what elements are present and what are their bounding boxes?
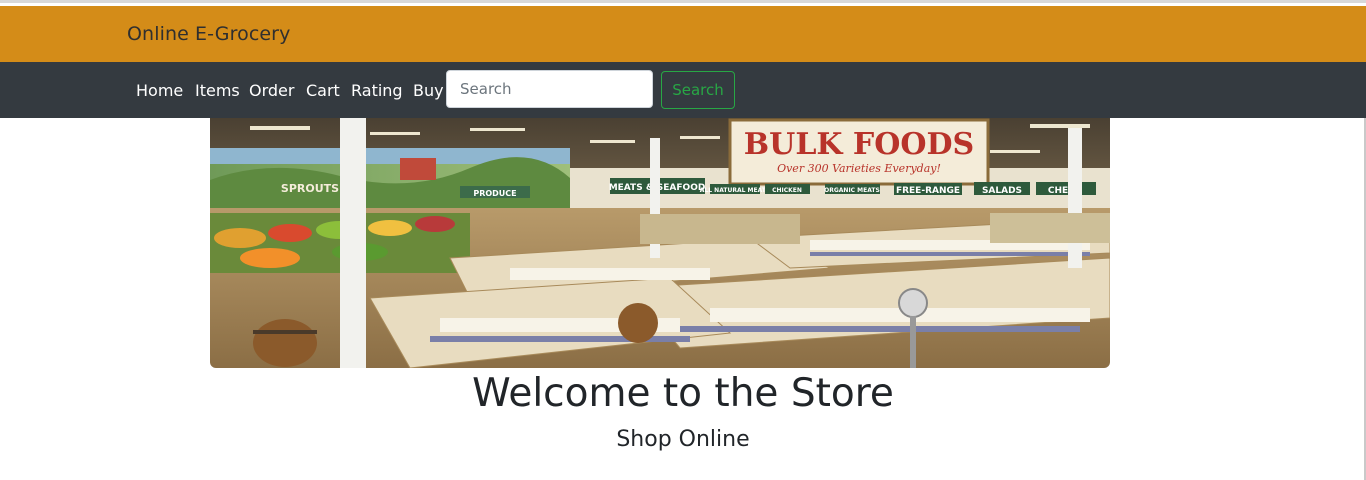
nav-cart[interactable]: Cart: [306, 81, 340, 100]
main-navbar: Home Items Order Cart Rating Buy Search: [0, 62, 1366, 118]
sign-organic: ORGANIC MEATS: [824, 187, 880, 194]
hero-store-image: BULK FOODS Over 300 Varieties Everyday! …: [210, 118, 1110, 368]
page-subtitle: Shop Online: [616, 427, 750, 452]
page-title: Welcome to the Store: [472, 371, 894, 416]
sign-free-range: FREE-RANGE: [896, 186, 960, 196]
nav-rating[interactable]: Rating: [351, 81, 403, 100]
sign-natural: ALL NATURAL MEATS: [700, 187, 770, 194]
sign-sprouts: SPROUTS: [281, 182, 339, 195]
sign-produce: PRODUCE: [473, 189, 516, 198]
sign-salads: SALADS: [982, 186, 1022, 196]
brand-bar: Online E-Grocery: [0, 6, 1366, 62]
nav-order[interactable]: Order: [249, 81, 294, 100]
search-input[interactable]: [446, 70, 653, 108]
sign-chicken: CHICKEN: [772, 187, 802, 194]
nav-home[interactable]: Home: [136, 81, 183, 100]
search-button[interactable]: Search: [661, 71, 735, 109]
bulk-foods-subtitle: Over 300 Varieties Everyday!: [777, 162, 941, 175]
brand-link[interactable]: Online E-Grocery: [127, 23, 290, 45]
page: Online E-Grocery Home Items Order Cart R…: [0, 0, 1366, 480]
nav-items[interactable]: Items: [195, 81, 240, 100]
sign-cheese: CHE: [1048, 186, 1068, 196]
bulk-foods-sign: BULK FOODS: [744, 127, 974, 162]
nav-buy[interactable]: Buy: [413, 81, 444, 100]
